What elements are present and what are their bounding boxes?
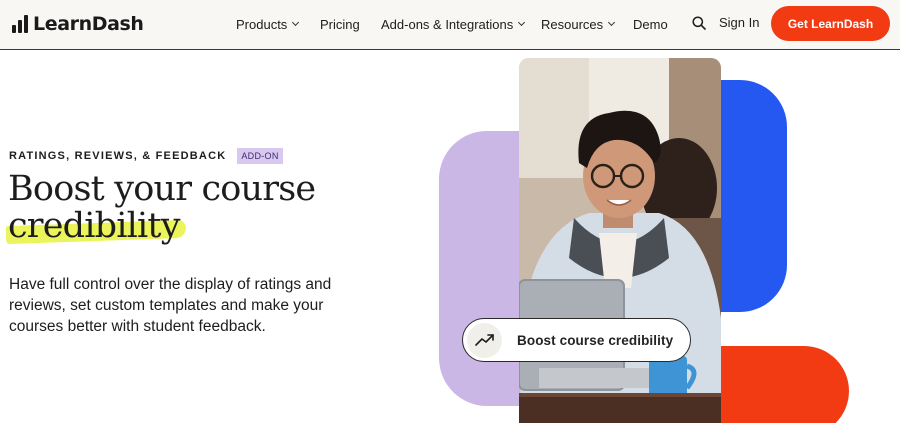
hero-photo <box>519 58 721 423</box>
nav-item-addons[interactable]: Add-ons & Integrations <box>381 15 526 33</box>
get-learndash-button[interactable]: Get LearnDash <box>771 6 890 41</box>
chevron-down-icon <box>518 18 526 27</box>
eyebrow-text: RATINGS, REVIEWS, & FEEDBACK <box>9 150 227 162</box>
nav-label: Demo <box>633 16 668 32</box>
chevron-down-icon <box>608 18 616 27</box>
trending-up-icon <box>467 322 502 358</box>
nav-label: Products <box>236 16 288 32</box>
nav-item-pricing[interactable]: Pricing <box>320 15 360 33</box>
hero-description: Have full control over the display of ra… <box>9 276 332 335</box>
nav-item-demo[interactable]: Demo <box>633 15 668 33</box>
nav-label: Pricing <box>320 16 360 32</box>
nav-item-resources[interactable]: Resources <box>541 15 616 33</box>
headline-line-1: Boost your course <box>8 169 316 209</box>
boost-credibility-pill: Boost course credibility <box>462 318 691 362</box>
logo-text: LearnDash <box>33 13 144 35</box>
site-header: LearnDash Products Pricing Add-ons & Int… <box>0 0 900 50</box>
logo[interactable]: LearnDash <box>12 12 144 36</box>
nav-label: Add-ons & Integrations <box>381 16 514 32</box>
nav-item-products[interactable]: Products <box>236 15 300 33</box>
addon-badge: ADD-ON <box>237 148 283 164</box>
page-title: Boost your course credibility <box>5 169 316 246</box>
headline-line-2: credibility <box>8 206 180 246</box>
chevron-down-icon <box>292 18 300 27</box>
headline-line-2-wrap: credibility <box>5 206 187 246</box>
nav-label: Resources <box>541 16 604 32</box>
eyebrow: RATINGS, REVIEWS, & FEEDBACK ADD-ON <box>9 148 283 164</box>
logo-icon <box>12 15 28 33</box>
pill-label: Boost course credibility <box>517 332 674 348</box>
search-icon[interactable] <box>692 16 706 30</box>
sign-in-link[interactable]: Sign In <box>719 15 759 30</box>
